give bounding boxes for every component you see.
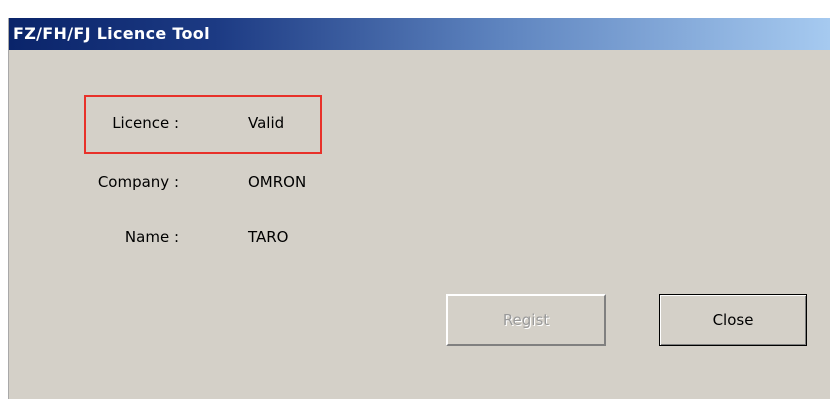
licence-value: Valid (248, 114, 285, 132)
title-bar[interactable]: FZ/FH/FJ Licence Tool (9, 18, 830, 50)
close-button[interactable]: Close (659, 294, 807, 346)
licence-tool-dialog: FZ/FH/FJ Licence Tool Licence : Valid Co… (8, 18, 830, 399)
licence-label: Licence : (112, 114, 179, 132)
window-title: FZ/FH/FJ Licence Tool (13, 24, 210, 43)
close-button-label: Close (712, 311, 754, 329)
regist-button[interactable]: Regist (446, 294, 606, 346)
regist-button-label: Regist (502, 311, 550, 329)
company-label: Company : (97, 173, 179, 191)
name-label: Name : (124, 228, 179, 246)
company-value: OMRON (248, 173, 307, 191)
name-value: TARO (248, 228, 289, 246)
